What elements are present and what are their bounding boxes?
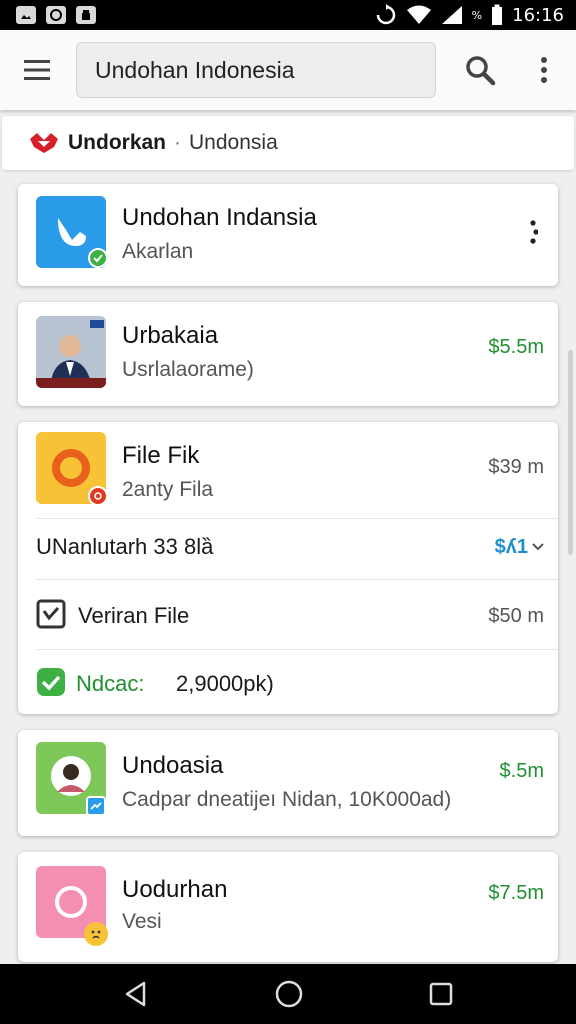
wifi-icon [406, 5, 431, 24]
item-subtitle: Cadpar dneatijeı Nidan, 10K000ad) [122, 788, 452, 811]
item-subtitle: Vesi [122, 910, 162, 933]
search-input[interactable]: Undohan Indonesia [76, 42, 436, 98]
file-row[interactable]: Veriran File $50 m [18, 579, 558, 649]
more-vert-icon [530, 220, 539, 244]
back-icon[interactable] [122, 980, 150, 1008]
gallery-notification-icon [16, 6, 36, 24]
status-badge-icon [88, 486, 108, 506]
brand-logo-icon [30, 133, 58, 153]
item-price: $7.5m [488, 882, 544, 904]
navigation-bar [0, 964, 576, 1024]
file-row-value: $50 m [488, 605, 544, 627]
signal-icon [441, 6, 462, 24]
top-toolbar: Undohan Indonesia [0, 30, 576, 110]
brand-separator: · [174, 131, 182, 154]
item-subtitle: 2anty Fila [122, 478, 214, 501]
brand-name: Undorkan [68, 131, 167, 154]
menu-button[interactable] [0, 30, 76, 110]
status-left-icons [16, 6, 96, 24]
brand-header[interactable]: Undorkan · Undonsia [2, 116, 574, 170]
file-row[interactable]: Ndcac: 2,9000pk) [18, 649, 558, 713]
status-bar: % 16:16 [0, 0, 576, 30]
item-title: Uodurhan [122, 876, 228, 903]
clock-time: 16:16 [512, 4, 564, 26]
file-verify-icon [36, 599, 66, 629]
search-icon [466, 56, 496, 86]
hamburger-icon [24, 60, 50, 80]
item-title: Urbakaia [122, 322, 219, 349]
verified-badge-icon [88, 248, 108, 268]
file-row-value: 2,9000pk) [176, 671, 274, 696]
recents-icon[interactable] [428, 981, 454, 1007]
item-price: $.5m [499, 760, 544, 782]
item-title: Undoasia [122, 752, 224, 779]
emoji-badge-icon [84, 922, 108, 946]
file-row-label: UNanlutarh 33 8lȁ [36, 534, 214, 559]
scrollbar[interactable] [568, 350, 573, 555]
item-subtitle: Usrlalaorame) [122, 358, 254, 381]
sync-icon [376, 4, 395, 25]
file-row[interactable]: UNanlutarh 33 8lȁ $ʎ1 [18, 518, 558, 578]
more-vert-icon [541, 57, 547, 83]
item-price: $5.5m [488, 336, 544, 358]
item-title: Undohan Indansia [122, 204, 317, 231]
status-right-icons: % 16:16 [375, 4, 564, 26]
item-overflow-button[interactable] [528, 220, 539, 249]
brand-subtitle: Undonsia [189, 131, 278, 154]
list-item-card[interactable]: Uodurhan Vesi $7.5m [18, 852, 558, 962]
battery-icon [492, 4, 503, 25]
file-row-label: Ndcac: [76, 671, 145, 696]
item-price: $39 m [488, 456, 544, 478]
battery-percent-label: % [471, 8, 483, 22]
news-thumbnail [36, 316, 106, 388]
green-check-icon [37, 668, 65, 696]
list-item-card[interactable]: Undoasia Cadpar dneatijeı Nidan, 10K000a… [18, 730, 558, 836]
file-row-value: $ʎ1 [494, 536, 528, 558]
messenger-badge-icon [86, 796, 106, 816]
chevron-down-icon[interactable] [532, 542, 544, 552]
overflow-menu-button[interactable] [512, 30, 576, 110]
list-item-card[interactable]: Urbakaia Usrlalaorame) $5.5m [18, 302, 558, 406]
messenger-notification-icon [46, 6, 66, 24]
file-details-card: File Fik 2anty Fila $39 m UNanlutarh 33 … [18, 422, 558, 714]
file-row-label: Veriran File [78, 603, 190, 628]
home-icon[interactable] [274, 979, 304, 1009]
list-item-card[interactable]: Undohan Indansia Akarlan [18, 184, 558, 286]
android-notification-icon [76, 6, 96, 24]
search-button[interactable] [448, 30, 512, 110]
item-subtitle: Akarlan [122, 240, 194, 263]
item-title: File Fik [122, 442, 200, 469]
